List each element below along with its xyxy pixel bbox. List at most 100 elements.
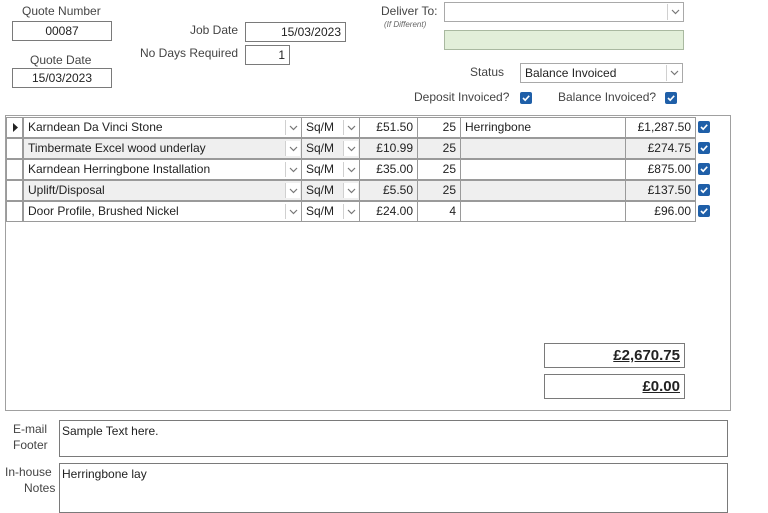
cell-total-text: £96.00 bbox=[654, 204, 691, 218]
cell-product[interactable]: Timbermate Excel wood underlay bbox=[23, 138, 302, 159]
cell-total-text: £1,287.50 bbox=[637, 120, 691, 134]
line-invoiced-checkbox[interactable] bbox=[698, 163, 710, 175]
cell-qty[interactable]: 4 bbox=[418, 201, 461, 222]
cell-qty[interactable]: 25 bbox=[418, 117, 461, 138]
quote-date-field[interactable]: 15/03/2023 bbox=[12, 68, 112, 88]
check-icon bbox=[700, 187, 708, 194]
cell-product-text: Karndean Herringbone Installation bbox=[28, 162, 211, 176]
job-date-field[interactable]: 15/03/2023 bbox=[245, 22, 346, 42]
table-row[interactable]: Karndean Da Vinci Stone Sq/M £51.50 25 Herri… bbox=[5, 117, 710, 138]
cell-note[interactable] bbox=[461, 138, 626, 159]
deposit-invoiced-checkbox[interactable] bbox=[520, 92, 532, 104]
line-invoiced-checkbox[interactable] bbox=[698, 121, 710, 133]
quote-number-field[interactable]: 00087 bbox=[12, 21, 112, 41]
cell-price[interactable]: £5.50 bbox=[360, 180, 418, 201]
row-selector[interactable] bbox=[6, 180, 23, 201]
deposit-invoiced-label: Deposit Invoiced? bbox=[414, 90, 510, 104]
cell-qty-text: 25 bbox=[442, 183, 456, 197]
table-row[interactable]: Uplift/Disposal Sq/M £5.50 25 £137.50 bbox=[5, 180, 710, 201]
check-icon bbox=[700, 124, 708, 131]
chevron-down-icon[interactable] bbox=[285, 204, 300, 219]
chevron-down-icon[interactable] bbox=[285, 162, 300, 177]
deliver-to-sublabel: (If Different) bbox=[384, 20, 427, 29]
chevron-down-icon[interactable] bbox=[343, 120, 358, 135]
status-label: Status bbox=[470, 65, 505, 79]
chevron-down-icon[interactable] bbox=[343, 183, 358, 198]
email-footer-field[interactable]: Sample Text here. bbox=[59, 420, 728, 457]
cell-unit[interactable]: Sq/M bbox=[302, 201, 360, 222]
cell-price-text: £10.99 bbox=[376, 141, 413, 155]
cell-note[interactable] bbox=[461, 159, 626, 180]
cell-product[interactable]: Karndean Herringbone Installation bbox=[23, 159, 302, 180]
check-icon bbox=[522, 95, 530, 102]
cell-note[interactable] bbox=[461, 180, 626, 201]
cell-price[interactable]: £10.99 bbox=[360, 138, 418, 159]
row-selector[interactable] bbox=[6, 159, 23, 180]
cell-qty[interactable]: 25 bbox=[418, 159, 461, 180]
line-invoiced-checkbox[interactable] bbox=[698, 205, 710, 217]
job-date-label: Job Date bbox=[190, 23, 239, 37]
cell-unit-text: Sq/M bbox=[306, 120, 335, 134]
check-icon bbox=[700, 208, 708, 215]
grand-total-field: £2,670.75 bbox=[544, 343, 685, 368]
cell-total[interactable]: £274.75 bbox=[626, 138, 696, 159]
chevron-down-icon[interactable] bbox=[285, 120, 300, 135]
table-row[interactable]: Door Profile, Brushed Nickel Sq/M £24.00 4 £… bbox=[5, 201, 710, 222]
cell-unit[interactable]: Sq/M bbox=[302, 180, 360, 201]
cell-product[interactable]: Karndean Da Vinci Stone bbox=[23, 117, 302, 138]
cell-unit[interactable]: Sq/M bbox=[302, 159, 360, 180]
status-value: Balance Invoiced bbox=[525, 66, 617, 80]
deliver-address-field[interactable] bbox=[444, 30, 684, 50]
chevron-down-icon[interactable] bbox=[667, 4, 682, 20]
cell-price[interactable]: £51.50 bbox=[360, 117, 418, 138]
cell-product-text: Timbermate Excel wood underlay bbox=[28, 141, 206, 155]
cell-qty-text: 25 bbox=[442, 141, 456, 155]
cell-total[interactable]: £137.50 bbox=[626, 180, 696, 201]
cell-total[interactable]: £96.00 bbox=[626, 201, 696, 222]
cell-total[interactable]: £875.00 bbox=[626, 159, 696, 180]
check-icon bbox=[667, 95, 675, 102]
cell-unit[interactable]: Sq/M bbox=[302, 138, 360, 159]
line-invoiced-checkbox[interactable] bbox=[698, 142, 710, 154]
cell-price-text: £51.50 bbox=[376, 120, 413, 134]
chevron-down-icon[interactable] bbox=[343, 204, 358, 219]
status-dropdown[interactable]: Balance Invoiced bbox=[520, 63, 683, 83]
cell-note[interactable] bbox=[461, 201, 626, 222]
chevron-down-icon[interactable] bbox=[343, 162, 358, 177]
chevron-down-icon[interactable] bbox=[285, 141, 300, 156]
row-selector[interactable] bbox=[6, 201, 23, 222]
cell-qty-text: 4 bbox=[449, 204, 456, 218]
cell-price[interactable]: £35.00 bbox=[360, 159, 418, 180]
cell-unit-text: Sq/M bbox=[306, 162, 335, 176]
cell-total-text: £137.50 bbox=[647, 183, 691, 197]
cell-price-text: £24.00 bbox=[376, 204, 413, 218]
deliver-to-label: Deliver To: bbox=[381, 4, 438, 18]
inhouse-notes-field[interactable]: Herringbone lay bbox=[59, 463, 728, 513]
no-days-label: No Days Required bbox=[140, 46, 239, 60]
cell-qty[interactable]: 25 bbox=[418, 138, 461, 159]
cell-product[interactable]: Door Profile, Brushed Nickel bbox=[23, 201, 302, 222]
check-icon bbox=[700, 166, 708, 173]
balance-invoiced-checkbox[interactable] bbox=[665, 92, 677, 104]
quote-number-label: Quote Number bbox=[22, 4, 101, 18]
cell-price-text: £5.50 bbox=[382, 183, 413, 197]
no-days-field[interactable]: 1 bbox=[245, 45, 290, 65]
chevron-down-icon[interactable] bbox=[343, 141, 358, 156]
cell-total-text: £274.75 bbox=[647, 141, 691, 155]
cell-note[interactable]: Herringbone bbox=[461, 117, 626, 138]
deliver-to-dropdown[interactable] bbox=[444, 2, 684, 22]
cell-product[interactable]: Uplift/Disposal bbox=[23, 180, 302, 201]
cell-total-text: £875.00 bbox=[647, 162, 691, 176]
cell-total[interactable]: £1,287.50 bbox=[626, 117, 696, 138]
table-row[interactable]: Karndean Herringbone Installation Sq/M £35… bbox=[5, 159, 710, 180]
row-selector[interactable] bbox=[6, 117, 23, 138]
table-row[interactable]: Timbermate Excel wood underlay Sq/M £10.99… bbox=[5, 138, 710, 159]
chevron-down-icon[interactable] bbox=[285, 183, 300, 198]
cell-qty[interactable]: 25 bbox=[418, 180, 461, 201]
chevron-down-icon[interactable] bbox=[666, 65, 681, 81]
cell-product-text: Uplift/Disposal bbox=[28, 183, 105, 197]
line-invoiced-checkbox[interactable] bbox=[698, 184, 710, 196]
cell-unit[interactable]: Sq/M bbox=[302, 117, 360, 138]
cell-price[interactable]: £24.00 bbox=[360, 201, 418, 222]
row-selector[interactable] bbox=[6, 138, 23, 159]
